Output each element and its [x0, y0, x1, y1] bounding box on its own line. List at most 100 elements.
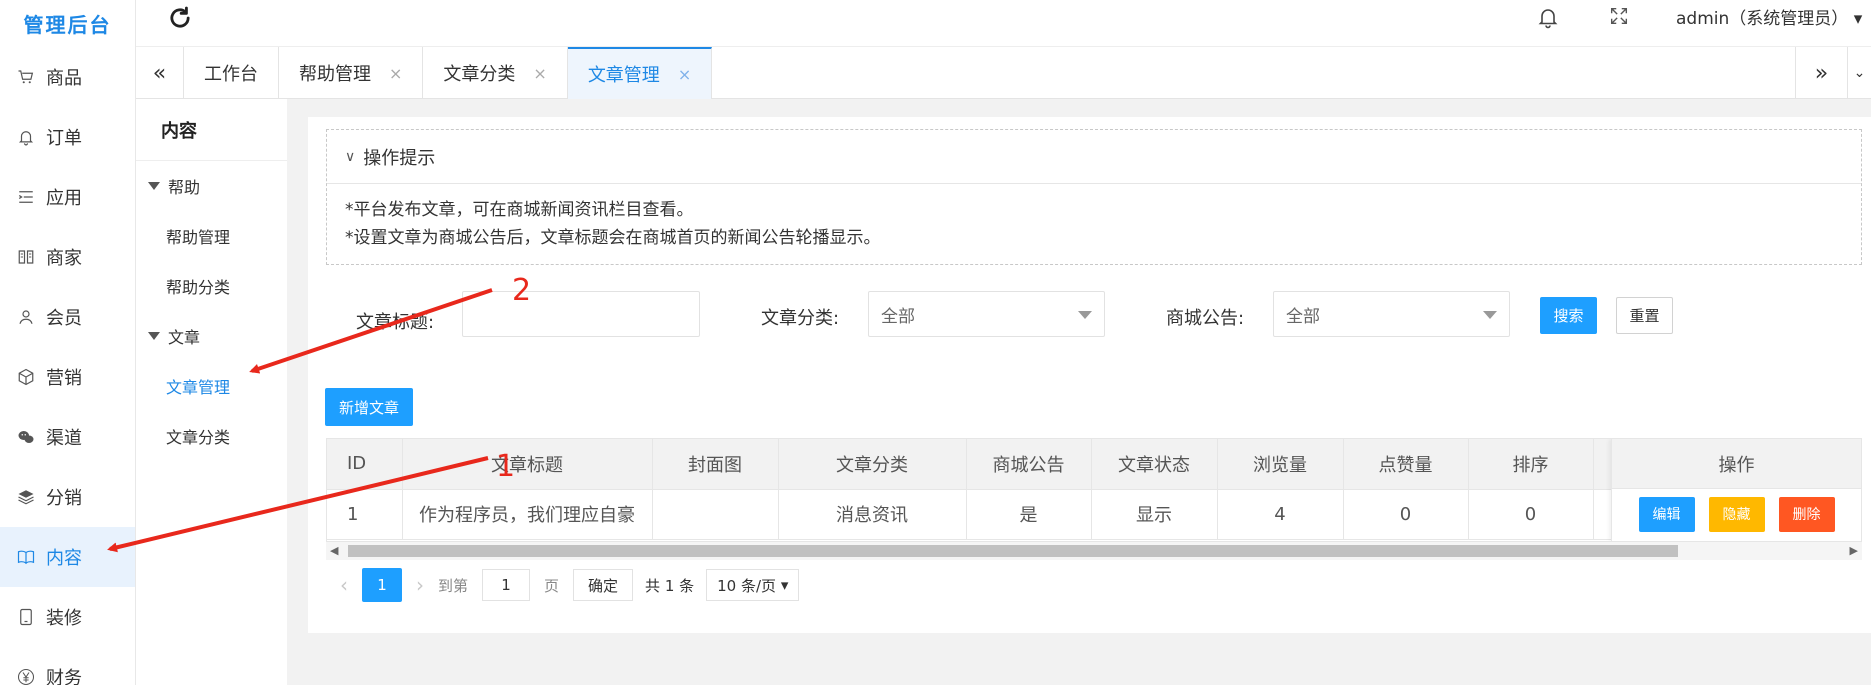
nav-item-4[interactable]: 会员 — [0, 287, 135, 347]
goto-confirm-button[interactable]: 确定 — [573, 569, 634, 601]
sub-nav: 内容 帮助帮助管理 帮助分类 文章 文章管理 文章分类 — [136, 99, 287, 685]
category-filter-value: 全部 — [881, 306, 915, 327]
nav-item-label: 商家 — [46, 248, 82, 269]
nav-item-label: 商品 — [46, 68, 82, 89]
nav-item-label: 应用 — [46, 188, 82, 209]
sub-nav-group-label: 帮助 — [168, 178, 201, 197]
yen-icon — [16, 667, 36, 685]
tips-panel: ∨ 操作提示 *平台发布文章，可在商城新闻资讯栏目查看。 *设置文章为商城公告后… — [326, 129, 1862, 265]
sub-nav-item[interactable]: 帮助分类 — [136, 261, 287, 311]
tab-3[interactable]: 文章管理 × — [567, 47, 713, 99]
nav-item-1[interactable]: 订单 — [0, 107, 135, 167]
page-number-current[interactable]: 1 — [362, 568, 402, 602]
horizontal-scrollbar[interactable]: ◀ ▶ — [326, 542, 1862, 560]
scrollbar-thumb[interactable] — [348, 545, 1678, 557]
column-header: 商城公告 — [966, 439, 1092, 490]
tabs-scroll-right-icon[interactable]: » — [1795, 47, 1847, 99]
close-icon[interactable]: × — [678, 65, 691, 84]
fullscreen-icon[interactable] — [1608, 5, 1630, 27]
tablet-icon — [16, 607, 36, 627]
sub-nav-group[interactable]: 帮助 — [136, 161, 287, 211]
nav-item-2[interactable]: 应用 — [0, 167, 135, 227]
ops-column: 操作 编辑 隐藏 删除 — [1611, 439, 1861, 541]
category-filter-select[interactable]: 全部 — [868, 291, 1105, 337]
nav-item-3[interactable]: 商家 — [0, 227, 135, 287]
user-name: admin（系统管理员） — [1676, 9, 1849, 29]
chevron-down-icon: ▾ — [780, 576, 789, 594]
list-icon — [16, 187, 36, 207]
tab-label: 帮助管理 — [299, 64, 371, 85]
tab-0[interactable]: 工作台 — [184, 47, 279, 99]
tab-2[interactable]: 文章分类 × — [423, 47, 568, 99]
chevron-down-icon: ∨ — [345, 148, 356, 165]
scroll-right-arrow-icon[interactable]: ▶ — [1850, 544, 1858, 557]
nav-item-7[interactable]: 分销 — [0, 467, 135, 527]
column-header: 文章标题 — [402, 439, 653, 490]
bell-icon — [16, 127, 36, 147]
article-table: ID 文章标题 封面图 文章分类 商城公告 文章状态 浏览量 点赞量 排序 1 作为程序员，我们理… — [326, 438, 1862, 542]
tab-label: 文章管理 — [587, 65, 660, 86]
search-button[interactable]: 搜索 — [1540, 297, 1597, 334]
table-cell: 1 — [327, 489, 403, 540]
user-menu[interactable]: admin（系统管理员） ▾ — [1676, 4, 1862, 29]
table-cell: 4 — [1217, 489, 1344, 540]
table-cell: 作为程序员，我们理应自豪 — [402, 489, 653, 540]
user-icon — [16, 307, 36, 327]
delete-button[interactable]: 删除 — [1778, 496, 1835, 532]
tab-label: 文章分类 — [443, 64, 516, 85]
store-icon — [16, 247, 36, 267]
add-article-button[interactable]: 新增文章 — [325, 388, 413, 426]
sub-nav-title: 内容 — [136, 99, 287, 161]
brand-logo[interactable]: 管理后台 — [0, 0, 135, 47]
table-cell: 是 — [966, 489, 1092, 540]
column-header: 排序 — [1468, 439, 1594, 490]
cube-icon — [16, 367, 36, 387]
edit-button[interactable]: 编辑 — [1638, 496, 1695, 532]
page-size-select[interactable]: 10 条/页 ▾ — [706, 569, 800, 601]
nav-item-5[interactable]: 营销 — [0, 347, 135, 407]
sub-nav-item[interactable]: 文章分类 — [136, 411, 287, 461]
scroll-left-arrow-icon[interactable]: ◀ — [330, 544, 338, 557]
top-bar: admin（系统管理员） ▾ — [136, 0, 1871, 47]
nav-item-8[interactable]: 内容 — [0, 527, 135, 587]
nav-item-label: 内容 — [46, 548, 82, 569]
nav-item-label: 订单 — [46, 128, 82, 149]
nav-item-9[interactable]: 装修 — [0, 587, 135, 647]
title-filter-label: 文章标题: — [356, 312, 435, 333]
tabs-menu-chevron-icon[interactable]: ⌄ — [1847, 47, 1871, 99]
nav-item-10[interactable]: 财务 — [0, 647, 135, 685]
sub-nav-item[interactable]: 文章管理 — [136, 361, 287, 411]
reset-button[interactable]: 重置 — [1616, 297, 1673, 334]
refresh-icon[interactable] — [166, 4, 194, 32]
tabs-scroll-left-icon[interactable]: « — [136, 47, 184, 99]
tab-bar: « 工作台 帮助管理 × 文章分类 × 文章管理 × » ⌄ — [136, 47, 1871, 99]
tab-1[interactable]: 帮助管理 × — [279, 47, 424, 99]
column-header: 点赞量 — [1343, 439, 1469, 490]
layers-icon — [16, 487, 36, 507]
tips-header[interactable]: ∨ 操作提示 — [327, 130, 1861, 184]
title-filter-input[interactable] — [462, 291, 700, 337]
table-cell: 显示 — [1091, 489, 1218, 540]
caret-down-icon — [148, 332, 160, 340]
column-header: ID — [327, 439, 403, 490]
goto-label: 到第 — [438, 576, 469, 595]
notification-bell-icon[interactable] — [1536, 5, 1560, 29]
goto-page-input[interactable]: 1 — [482, 569, 531, 601]
column-header: 文章状态 — [1091, 439, 1218, 490]
notice-filter-label: 商城公告: — [1166, 308, 1245, 329]
nav-item-label: 渠道 — [46, 428, 82, 449]
close-icon[interactable]: × — [533, 64, 546, 83]
nav-item-label: 装修 — [46, 608, 82, 629]
nav-item-0[interactable]: 商品 — [0, 47, 135, 107]
notice-filter-value: 全部 — [1286, 306, 1320, 327]
sub-nav-group[interactable]: 文章 — [136, 311, 287, 361]
notice-filter-select[interactable]: 全部 — [1273, 291, 1510, 337]
dropdown-arrow-icon — [1078, 311, 1092, 319]
nav-item-6[interactable]: 渠道 — [0, 407, 135, 467]
prev-page-icon[interactable]: ‹ — [326, 573, 362, 597]
close-icon[interactable]: × — [389, 64, 402, 83]
hide-button[interactable]: 隐藏 — [1708, 496, 1765, 532]
sub-nav-item[interactable]: 帮助管理 — [136, 211, 287, 261]
nav-item-label: 营销 — [46, 368, 82, 389]
next-page-icon[interactable]: › — [402, 573, 438, 597]
